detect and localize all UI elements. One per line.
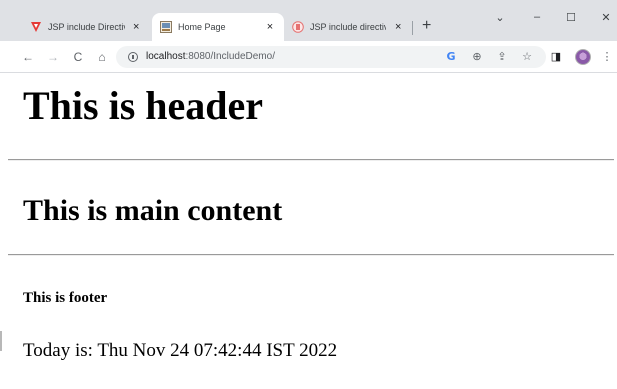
forward-button[interactable]: → [46, 50, 60, 64]
url-path: :8080/IncludeDemo/ [185, 51, 275, 62]
new-tab-button[interactable]: + [422, 18, 431, 34]
tab-close-icon[interactable]: × [392, 21, 404, 33]
red-triangle-logo-icon [31, 22, 41, 32]
reload-button[interactable]: C [71, 50, 85, 64]
url-host: localhost [146, 51, 186, 62]
tab-home-page[interactable]: Home Page × [152, 13, 284, 41]
minimize-button[interactable]: – [527, 11, 547, 23]
menu-kebab-icon[interactable]: ⋮ [600, 50, 614, 64]
close-window-button[interactable]: ✕ [596, 11, 616, 24]
tab-title: JSP include directiv [310, 22, 387, 32]
tab-search-dropdown-icon[interactable]: ⌄ [490, 11, 510, 24]
footer-heading: This is footer [23, 290, 108, 306]
tab-jsp-include-directive-1[interactable]: JSP include Directiv × [22, 13, 150, 41]
share-icon[interactable]: ⇪ [495, 50, 509, 64]
today-date-text: Today is: Thu Nov 24 07:42:44 IST 2022 [23, 340, 338, 361]
tab-title: JSP include Directiv [48, 22, 125, 32]
tab-close-icon[interactable]: × [264, 21, 276, 33]
tab-title: Home Page [178, 22, 226, 32]
sidepanel-icon[interactable]: ◨ [549, 50, 563, 64]
jsp-favicon-icon [292, 21, 304, 33]
url-text[interactable]: localhost:8080/IncludeDemo/ [146, 51, 275, 62]
zoom-icon[interactable]: ⊕ [470, 50, 484, 64]
tab-strip: JSP include Directiv × Home Page × JSP i… [0, 0, 617, 41]
home-button[interactable]: ⌂ [95, 50, 109, 64]
profile-avatar-icon[interactable] [575, 49, 591, 65]
bookmark-star-icon[interactable]: ☆ [520, 50, 534, 64]
main-content-heading: This is main content [23, 194, 283, 227]
window-resize-edge[interactable] [0, 331, 2, 351]
google-icon[interactable]: G [444, 50, 458, 64]
tab-close-icon[interactable]: × [131, 21, 143, 33]
page-viewport: This is header This is main content This… [0, 73, 617, 389]
site-info-icon[interactable] [128, 52, 138, 62]
page-header-heading: This is header [23, 83, 264, 128]
tab-separator [412, 21, 413, 35]
tab-jsp-include-directive-2[interactable]: JSP include directiv × [284, 13, 412, 41]
maximize-button[interactable]: ☐ [561, 11, 581, 24]
header-divider [8, 159, 614, 161]
main-divider [8, 254, 614, 256]
back-button[interactable]: ← [21, 50, 35, 64]
page-favicon-icon [160, 21, 172, 33]
browser-toolbar: ← → C ⌂ localhost:8080/IncludeDemo/ G ⊕ … [0, 41, 617, 73]
